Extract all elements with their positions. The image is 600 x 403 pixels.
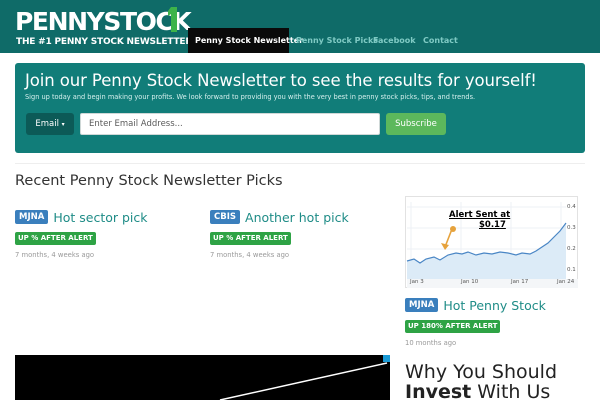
email-dropdown-button[interactable]: Email ▾	[26, 113, 74, 135]
y-tick: 0.4	[567, 204, 576, 210]
pick-card[interactable]: MJNA Hot sector pick UP % AFTER ALERT 7 …	[15, 209, 205, 259]
y-tick: 0.3	[567, 225, 576, 231]
performance-badge: UP 180% AFTER ALERT	[405, 320, 501, 333]
nav-item-contact[interactable]: Contact	[416, 28, 468, 53]
pick-timestamp: 7 months, 4 weeks ago	[15, 251, 95, 259]
performance-badge: UP % AFTER ALERT	[210, 232, 291, 245]
ticker-badge: CBIS	[210, 210, 241, 224]
ticker-badge: MJNA	[405, 298, 439, 312]
badge-suffix: AFTER ALERT	[442, 322, 498, 330]
pick-card[interactable]: CBIS Another hot pick UP % AFTER ALERT 7…	[210, 209, 400, 259]
badge-suffix: AFTER ALERT	[233, 234, 288, 242]
badge-prefix: UP	[408, 322, 422, 330]
x-tick: Jan 3	[410, 279, 424, 285]
badge-value: 180%	[421, 322, 443, 330]
pick-title-link[interactable]: Another hot pick	[245, 210, 349, 225]
video-frame	[219, 355, 390, 400]
logo-tagline: THE #1 PENNY STOCK NEWSLETTER	[16, 37, 193, 47]
badge-suffix: AFTER ALERT	[38, 234, 93, 242]
picks-section-title: Recent Penny Stock Newsletter Picks	[15, 173, 283, 189]
video-player[interactable]	[15, 355, 390, 400]
logo-wordmark: PENNYSTOCK	[15, 7, 192, 36]
signup-title: Join our Penny Stock Newsletter to see t…	[25, 71, 537, 90]
nav-item-newsletter[interactable]: Penny Stock Newsletter	[188, 28, 303, 53]
subscribe-button[interactable]: Subscribe	[386, 113, 446, 135]
main-nav: Penny Stock Newsletter Penny Stock Picks…	[188, 28, 468, 53]
nav-item-picks[interactable]: Penny Stock Picks	[289, 28, 378, 53]
badge-prefix: UP	[213, 234, 227, 242]
pick-timestamp: 7 months, 4 weeks ago	[210, 251, 290, 259]
x-tick: Jan 10	[461, 279, 479, 285]
why-line2: Invest With Us	[405, 382, 557, 402]
why-invest-heading: Why You Should Invest With Us	[405, 362, 557, 402]
pick-timestamp: 10 months ago	[405, 339, 457, 347]
logo-numeral-one	[168, 7, 177, 32]
y-tick: 0.1	[567, 267, 576, 273]
why-line1: Why You Should	[405, 361, 558, 383]
caret-down-icon: ▾	[61, 121, 65, 128]
badge-prefix: UP	[18, 234, 32, 242]
pick-title-link[interactable]: Hot Penny Stock	[443, 298, 546, 313]
pick-title-link[interactable]: Hot sector pick	[53, 210, 147, 225]
signup-subtitle: Sign up today and begin making your prof…	[25, 93, 476, 101]
email-input[interactable]	[80, 113, 380, 135]
email-dropdown-label: Email	[35, 119, 59, 129]
site-logo[interactable]: PENNYSTOCK THE #1 PENNY STOCK NEWSLETTER	[15, 7, 192, 50]
section-divider	[15, 163, 585, 164]
top-navbar: PENNYSTOCK THE #1 PENNY STOCK NEWSLETTER…	[0, 0, 600, 53]
stock-chart-thumbnail[interactable]: Alert Sent at $0.17 Jan 3 Jan 10 Jan 17 …	[405, 196, 578, 288]
chart-alert-price: $0.17	[479, 220, 506, 230]
pick-card[interactable]: MJNA Hot Penny Stock UP 180% AFTER ALERT…	[405, 297, 595, 347]
nav-item-facebook[interactable]: Facebook	[366, 28, 416, 53]
x-tick: Jan 17	[511, 279, 529, 285]
performance-badge: UP % AFTER ALERT	[15, 232, 96, 245]
ticker-badge: MJNA	[15, 210, 49, 224]
newsletter-signup-panel: Join our Penny Stock Newsletter to see t…	[15, 63, 585, 153]
y-tick: 0.2	[567, 246, 576, 252]
x-tick: Jan 24	[557, 279, 575, 285]
